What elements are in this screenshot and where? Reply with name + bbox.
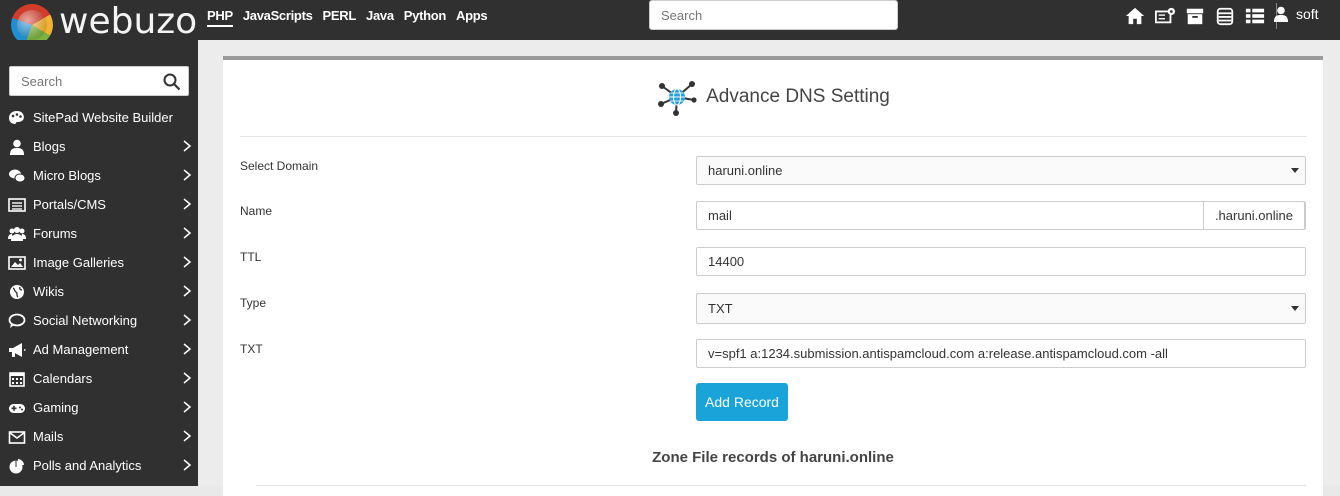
sidebar-item-ad-management[interactable]: Ad Management — [0, 335, 198, 364]
chevron-right-icon — [183, 401, 192, 413]
sidebar-item-label: Wikis — [33, 284, 65, 299]
txt-input[interactable]: v=spf1 a:1234.submission.antispamcloud.c… — [696, 339, 1306, 368]
sidebar-item-label: Portals/CMS — [33, 197, 106, 212]
sidebar-item-label: Image Galleries — [33, 255, 125, 270]
top-nav: PHP JavaScripts PERL Java Python Apps — [207, 8, 488, 27]
sidebar-item-micro-blogs[interactable]: Micro Blogs — [0, 161, 198, 190]
image-icon — [8, 255, 26, 270]
chevron-right-icon — [183, 343, 192, 355]
network-globe-icon — [658, 81, 697, 116]
palette-icon — [9, 110, 24, 124]
list-icon[interactable] — [1244, 6, 1266, 26]
type-dropdown[interactable]: TXT — [696, 293, 1306, 324]
user-icon — [1274, 6, 1288, 22]
select-domain-value: haruni.online — [708, 163, 783, 178]
sidebar-item-polls-analytics[interactable]: Polls and Analytics — [0, 451, 198, 480]
sidebar-search-input[interactable] — [9, 66, 189, 96]
sidebar-item-label: Gaming — [33, 400, 79, 415]
sidebar-item-social-networking[interactable]: Social Networking — [0, 306, 198, 335]
chevron-right-icon — [183, 227, 192, 239]
name-label: Name — [240, 204, 273, 218]
server-config-icon[interactable] — [1154, 6, 1176, 26]
chevron-right-icon — [183, 372, 192, 384]
zone-records-title: Zone File records of haruni.online — [652, 449, 894, 466]
logo-text: webuzo — [59, 1, 198, 42]
topnav-perl[interactable]: PERL — [323, 8, 357, 27]
caret-down-icon — [1291, 306, 1299, 311]
chevron-right-icon — [183, 285, 192, 297]
topnav-apps[interactable]: Apps — [456, 8, 488, 27]
chevron-right-icon — [183, 256, 192, 268]
topnav-php[interactable]: PHP — [207, 8, 233, 27]
comment-icon — [8, 313, 26, 328]
user-name: soft — [1296, 6, 1319, 22]
home-icon[interactable] — [1124, 6, 1146, 26]
sidebar: SitePad Website Builder Blogs Micro Blog… — [0, 40, 198, 486]
page-title: Advance DNS Setting — [706, 86, 890, 107]
ttl-label: TTL — [240, 250, 262, 264]
caret-down-icon — [1291, 168, 1299, 173]
txt-label: TXT — [240, 342, 263, 356]
sidebar-item-label: Forums — [33, 226, 78, 241]
sidebar-item-calendars[interactable]: Calendars — [0, 364, 198, 393]
type-value: TXT — [708, 301, 733, 316]
header-divider — [240, 136, 1307, 137]
topnav-python[interactable]: Python — [404, 8, 447, 27]
sidebar-item-label: Ad Management — [33, 342, 129, 357]
top-icons — [1124, 3, 1277, 29]
megaphone-icon — [9, 342, 26, 357]
sidebar-item-label: Micro Blogs — [33, 168, 101, 183]
user-menu[interactable]: soft — [1274, 6, 1319, 22]
sidebar-item-blogs[interactable]: Blogs — [0, 132, 198, 161]
sidebar-item-label: Calendars — [33, 371, 93, 386]
type-label: Type — [240, 296, 267, 310]
sidebar-item-gaming[interactable]: Gaming — [0, 393, 198, 422]
pie-chart-icon — [9, 458, 24, 473]
sidebar-item-label: Polls and Analytics — [33, 458, 142, 473]
name-input-group: mail .haruni.online — [696, 201, 1306, 230]
chevron-right-icon — [183, 169, 192, 181]
select-domain-dropdown[interactable]: haruni.online — [696, 156, 1306, 185]
sidebar-item-label: Blogs — [33, 139, 66, 154]
chevron-right-icon — [183, 314, 192, 326]
name-domain-suffix: .haruni.online — [1202, 201, 1305, 230]
calendar-icon — [9, 371, 25, 387]
main-content: Advance DNS Setting Select Domain haruni… — [198, 40, 1340, 496]
chevron-right-icon — [183, 430, 192, 442]
sidebar-item-label: SitePad Website Builder — [33, 110, 173, 125]
topnav-java[interactable]: Java — [366, 8, 394, 27]
page-header: Advance DNS Setting — [223, 78, 1323, 121]
select-domain-label: Select Domain — [240, 159, 319, 173]
archive-box-icon[interactable] — [1184, 6, 1206, 26]
sidebar-item-wikis[interactable]: Wikis — [0, 277, 198, 306]
envelope-icon — [8, 430, 26, 444]
user-icon — [10, 139, 24, 155]
chat-icon — [9, 169, 26, 182]
sidebar-item-sitepad[interactable]: SitePad Website Builder — [0, 103, 198, 132]
ttl-input[interactable]: 14400 — [696, 247, 1306, 276]
dns-panel: Advance DNS Setting Select Domain haruni… — [223, 56, 1323, 496]
search-icon[interactable] — [163, 73, 181, 91]
top-search-input[interactable] — [649, 0, 898, 30]
sidebar-item-forums[interactable]: Forums — [0, 219, 198, 248]
globe-icon — [10, 284, 24, 299]
topnav-javascripts[interactable]: JavaScripts — [243, 8, 313, 27]
chevron-right-icon — [183, 459, 192, 471]
chevron-right-icon — [183, 140, 192, 152]
webuzo-logo[interactable]: webuzo — [11, 1, 197, 46]
chevron-right-icon — [183, 198, 192, 210]
sidebar-item-label: Social Networking — [33, 313, 138, 328]
gamepad-icon — [9, 403, 25, 413]
sidebar-item-label: Mails — [33, 429, 64, 444]
sidebar-item-portals-cms[interactable]: Portals/CMS — [0, 190, 198, 219]
top-bar: webuzo PHP JavaScripts PERL Java Python … — [0, 0, 1340, 46]
sidebar-item-image-galleries[interactable]: Image Galleries — [0, 248, 198, 277]
name-input[interactable]: mail — [708, 208, 732, 223]
sidebar-list: SitePad Website Builder Blogs Micro Blog… — [0, 103, 198, 480]
users-icon — [8, 226, 26, 241]
sidebar-item-mails[interactable]: Mails — [0, 422, 198, 451]
list-box-icon — [8, 197, 26, 212]
add-record-button[interactable]: Add Record — [696, 383, 788, 421]
database-icon[interactable] — [1214, 6, 1236, 26]
